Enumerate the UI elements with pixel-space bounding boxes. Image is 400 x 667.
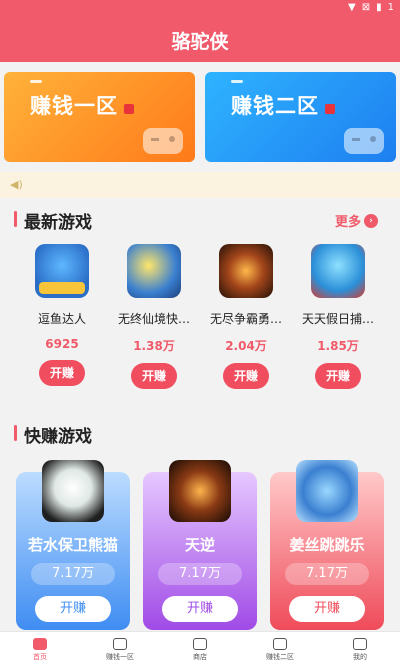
banner-dash-decoration	[231, 80, 243, 83]
shark-game-icon	[35, 244, 89, 298]
quick-game-count: 7.17万	[158, 563, 242, 585]
banner-row: 赚钱一区 赚钱二区	[4, 72, 396, 162]
tab-store[interactable]: 商店	[160, 632, 240, 667]
quick-game-name: 姜丝跳跳乐	[289, 536, 365, 554]
gift-icon	[193, 637, 207, 650]
earn-button[interactable]: 开赚	[289, 596, 365, 622]
quick-game-name: 天逆	[184, 536, 215, 554]
chevron-right-icon: ›	[364, 213, 378, 228]
notice-bar[interactable]: ◀)	[0, 172, 400, 198]
user-icon	[353, 637, 367, 650]
banner-dash-decoration	[30, 80, 42, 83]
quick-game-count: 7.17万	[31, 563, 115, 585]
tianni-game-icon	[169, 460, 231, 522]
earn-button[interactable]: 开赚	[162, 596, 238, 622]
tab-label: 商店	[193, 652, 207, 661]
section-accent-bar	[14, 425, 17, 441]
tab-label: 赚钱一区	[106, 652, 134, 661]
fish-game-icon	[311, 244, 365, 298]
quick-game-card[interactable]: 若水保卫熊猫 7.17万 开赚	[16, 460, 130, 630]
earn-button[interactable]: 开赚	[39, 360, 85, 386]
game-item[interactable]: 无终仙境快… 1.38万 开赚	[108, 244, 200, 389]
status-bar: ▼ ⊠ ▮ 1	[0, 0, 400, 18]
battery-level: 1	[387, 2, 394, 13]
game-count: 1.38万	[133, 339, 175, 353]
gamepad-icon	[344, 128, 384, 154]
speaker-icon: ◀)	[10, 178, 23, 191]
tab-home[interactable]: 首页	[0, 632, 80, 667]
earn-button[interactable]: 开赚	[131, 363, 177, 389]
red-envelope-icon	[325, 104, 335, 114]
quick-game-count: 7.17万	[285, 563, 369, 585]
section-accent-bar	[14, 211, 17, 227]
tab-label: 首页	[33, 652, 47, 661]
tab-zone-1[interactable]: 赚钱一区	[80, 632, 160, 667]
earn-button[interactable]: 开赚	[223, 363, 269, 389]
bottom-tab-bar: 首页 赚钱一区 商店 赚钱二区 我的	[0, 631, 400, 667]
game-name: 逗鱼达人	[37, 312, 86, 326]
more-label: 更多	[334, 215, 361, 230]
game-count: 1.85万	[317, 339, 359, 353]
fire-game-icon	[219, 244, 273, 298]
banner-zone-2-label: 赚钱二区	[231, 94, 319, 118]
tab-label: 赚钱二区	[266, 652, 294, 661]
quick-games-heading: 快赚游戏	[24, 427, 92, 447]
game-name: 无尽争霸勇…	[209, 312, 282, 326]
more-link[interactable]: 更多 ›	[335, 211, 378, 230]
banner-zone-1-label: 赚钱一区	[30, 94, 118, 118]
panda-game-icon	[42, 460, 104, 522]
app-header: 骆驼侠	[0, 18, 400, 62]
new-games-header: 最新游戏 更多 ›	[0, 206, 400, 233]
quick-game-name: 若水保卫熊猫	[27, 536, 118, 554]
quick-game-card[interactable]: 姜丝跳跳乐 7.17万 开赚	[270, 460, 384, 630]
earn-button[interactable]: 开赚	[35, 596, 111, 622]
quick-game-card[interactable]: 天逆 7.17万 开赚	[143, 460, 257, 630]
tab-profile[interactable]: 我的	[320, 632, 400, 667]
quick-games-header: 快赚游戏	[0, 420, 400, 447]
earn-button[interactable]: 开赚	[315, 363, 361, 389]
quick-games-list: 若水保卫熊猫 7.17万 开赚 天逆 7.17万 开赚 姜丝跳跳乐 7.17万 …	[0, 460, 400, 630]
wifi-icon: ▼	[348, 2, 356, 13]
game-count: 6925	[45, 337, 79, 351]
gamepad-icon	[273, 637, 287, 650]
game-count: 2.04万	[225, 339, 267, 353]
banner-zone-1[interactable]: 赚钱一区	[4, 72, 195, 162]
home-icon	[33, 637, 47, 650]
game-item[interactable]: 天天假日捕… 1.85万 开赚	[292, 244, 384, 389]
jiangsi-game-icon	[296, 460, 358, 522]
game-item[interactable]: 逗鱼达人 6925 开赚	[16, 244, 108, 386]
game-item[interactable]: 无尽争霸勇… 2.04万 开赚	[200, 244, 292, 389]
game-name: 天天假日捕…	[301, 312, 374, 326]
game-name: 无终仙境快…	[117, 312, 190, 326]
star-game-icon	[127, 244, 181, 298]
battery-icon: ▮	[376, 2, 382, 13]
tab-label: 我的	[353, 652, 367, 661]
no-sim-icon: ⊠	[361, 2, 371, 13]
red-envelope-icon	[124, 104, 134, 114]
gamepad-icon	[143, 128, 183, 154]
new-games-list: 逗鱼达人 6925 开赚 无终仙境快… 1.38万 开赚 无尽争霸勇… 2.04…	[0, 244, 400, 394]
new-games-heading: 最新游戏	[24, 213, 92, 233]
app-title: 骆驼侠	[171, 30, 229, 53]
gamepad-icon	[113, 637, 127, 650]
tab-zone-2[interactable]: 赚钱二区	[240, 632, 320, 667]
banner-zone-2[interactable]: 赚钱二区	[205, 72, 396, 162]
